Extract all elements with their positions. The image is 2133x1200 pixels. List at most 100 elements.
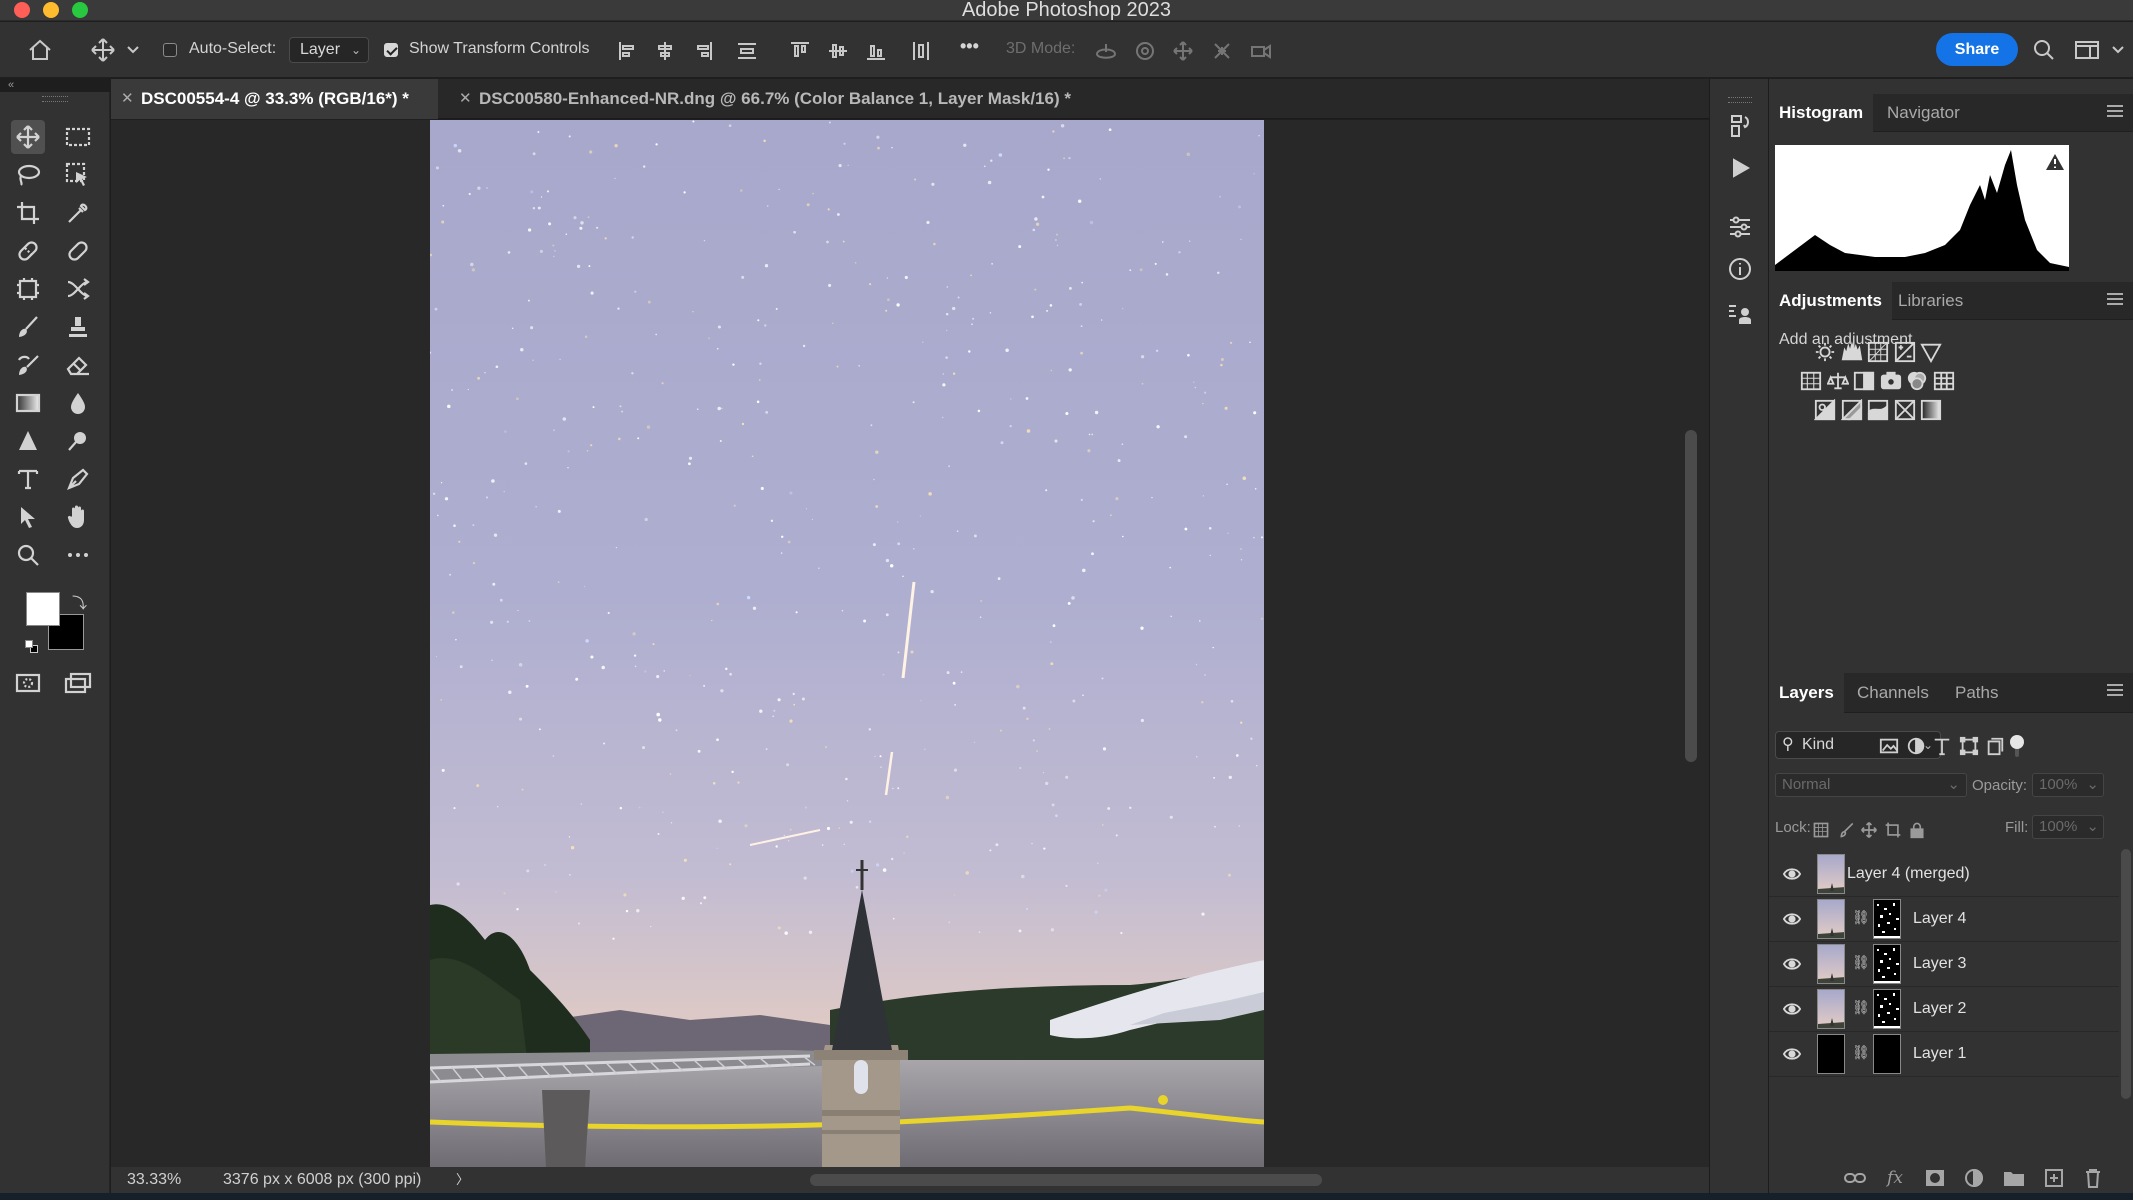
black-white-icon[interactable] [1850, 368, 1878, 394]
warning-icon[interactable] [2045, 153, 2065, 171]
auto-select-checkbox[interactable] [163, 43, 177, 57]
blend-mode-dropdown[interactable]: Normal ⌄ [1775, 773, 1967, 797]
history-brush-icon[interactable] [11, 348, 45, 382]
color-balance-icon[interactable] [1824, 368, 1852, 394]
move-tool-icon[interactable] [11, 120, 45, 154]
default-colors-icon[interactable] [25, 640, 37, 652]
lock-all-icon[interactable] [1903, 817, 1931, 843]
layer-mask-thumbnail[interactable] [1873, 899, 1901, 939]
align-horizontal-centers-icon[interactable] [651, 37, 679, 65]
home-icon[interactable] [24, 36, 56, 64]
vibrance-icon[interactable] [1917, 339, 1945, 365]
more-tools-icon[interactable] [61, 538, 95, 572]
mask-link-icon[interactable]: ⛓ [1852, 954, 1870, 971]
mask-link-icon[interactable]: ⛓ [1852, 1044, 1870, 1061]
document-image[interactable] [430, 120, 1264, 1168]
share-button[interactable]: Share [1936, 33, 2018, 66]
layer-row[interactable]: ⛓ Layer 2 [1769, 987, 2119, 1032]
add-mask-icon[interactable] [1923, 1166, 1947, 1190]
properties-panel-icon[interactable] [1722, 209, 1758, 245]
close-icon[interactable]: ✕ [121, 79, 134, 119]
clone-stamp-icon[interactable] [61, 310, 95, 344]
more-options-button[interactable]: ••• [960, 36, 979, 57]
auto-select-target-dropdown[interactable]: Layer ⌄ [289, 37, 369, 63]
type-layer-filter-icon[interactable] [1928, 733, 1956, 759]
hue-saturation-icon[interactable] [1797, 368, 1825, 394]
tab-navigator[interactable]: Navigator [1877, 94, 1970, 132]
visibility-eye-icon[interactable] [1783, 955, 1801, 973]
tab-channels[interactable]: Channels [1847, 673, 1939, 713]
selective-color-icon[interactable] [1891, 397, 1919, 423]
layer-row[interactable]: ⛓Layer 1 [1769, 1032, 2119, 1077]
horizontal-scrollbar-thumb[interactable] [810, 1174, 1322, 1186]
posterize-icon[interactable] [1838, 397, 1866, 423]
3d-slide-icon[interactable] [1208, 37, 1236, 65]
blur-tool-icon[interactable] [61, 386, 95, 420]
smart-object-filter-icon[interactable] [1981, 733, 2009, 759]
color-lookup-icon[interactable] [1930, 368, 1958, 394]
layer-name[interactable]: Layer 2 [1913, 1000, 1966, 1018]
panel-grip[interactable] [1728, 97, 1752, 103]
delete-layer-icon[interactable] [2081, 1166, 2105, 1190]
healing-brush-icon[interactable] [61, 234, 95, 268]
visibility-eye-icon[interactable] [1783, 910, 1801, 928]
mask-link-icon[interactable]: ⛓ [1852, 909, 1870, 926]
layer-name[interactable]: Layer 4 [1913, 910, 1966, 928]
search-icon[interactable] [2030, 36, 2058, 64]
eyedropper-icon[interactable] [61, 196, 95, 230]
curves-icon[interactable] [1864, 339, 1892, 365]
close-icon[interactable]: ✕ [459, 79, 472, 119]
zoom-level[interactable]: 33.33% [127, 1167, 181, 1193]
visibility-eye-icon[interactable] [1783, 865, 1801, 883]
chevron-down-icon[interactable] [126, 40, 140, 60]
fill-field[interactable]: 100% ⌄ [2032, 815, 2104, 839]
swap-colors-icon[interactable]: ⤵ [72, 592, 87, 613]
path-selection-icon[interactable] [11, 500, 45, 534]
visibility-eye-icon[interactable] [1783, 1045, 1801, 1063]
eraser-tool-icon[interactable] [61, 348, 95, 382]
gradient-tool-icon[interactable] [11, 386, 45, 420]
actions-play-icon[interactable] [1722, 150, 1758, 186]
panel-menu-icon[interactable] [2107, 105, 2123, 117]
new-adjustment-layer-icon[interactable] [1962, 1166, 1986, 1190]
distribute-vertical-icon[interactable] [733, 37, 761, 65]
layer-thumbnail[interactable] [1817, 1034, 1845, 1074]
chevron-down-icon[interactable] [2110, 42, 2126, 58]
mask-link-icon[interactable]: ⛓ [1852, 999, 1870, 1016]
layer-row[interactable]: Layer 4 (merged) [1769, 852, 2119, 897]
3d-camera-icon[interactable] [1247, 37, 1275, 65]
lock-transparent-pixels-icon[interactable] [1807, 817, 1835, 843]
document-tab[interactable]: ✕ DSC00580-Enhanced-NR.dng @ 66.7% (Colo… [449, 79, 1249, 119]
filter-toggle-icon[interactable] [2009, 735, 2025, 759]
crop-tool-icon[interactable] [11, 196, 45, 230]
layer-name[interactable]: Layer 4 (merged) [1847, 865, 1970, 883]
layer-thumbnail[interactable] [1817, 989, 1845, 1029]
align-left-edges-icon[interactable] [614, 37, 642, 65]
show-transform-checkbox[interactable] [384, 43, 398, 57]
quick-mask-icon[interactable] [11, 666, 45, 700]
levels-icon[interactable] [1838, 339, 1866, 365]
align-right-edges-icon[interactable] [689, 37, 717, 65]
sponge-tool-icon[interactable] [61, 424, 95, 458]
distribute-horizontal-icon[interactable] [907, 37, 935, 65]
panel-menu-icon[interactable] [2107, 293, 2123, 305]
adjustment-layer-filter-icon[interactable] [1902, 733, 1930, 759]
screen-mode-icon[interactable] [61, 666, 95, 700]
layers-scrollbar-thumb[interactable] [2121, 849, 2131, 1099]
align-bottom-edges-icon[interactable] [862, 37, 890, 65]
spot-healing-brush-icon[interactable] [11, 234, 45, 268]
document-tab-active[interactable]: ✕ DSC00554-4 @ 33.3% (RGB/16*) * [111, 79, 438, 119]
shape-layer-filter-icon[interactable] [1955, 733, 1983, 759]
type-tool-icon[interactable] [11, 462, 45, 496]
dodge-tool-icon[interactable] [11, 424, 45, 458]
opacity-field[interactable]: 100% ⌄ [2032, 773, 2104, 797]
visibility-eye-icon[interactable] [1783, 1000, 1801, 1018]
pen-tool-icon[interactable] [61, 462, 95, 496]
brush-tool-icon[interactable] [11, 310, 45, 344]
tab-libraries[interactable]: Libraries [1888, 282, 1973, 320]
layer-row[interactable]: ⛓ Layer 4 [1769, 897, 2119, 942]
status-menu-arrow[interactable]: 〉 [456, 1167, 469, 1193]
brightness-contrast-icon[interactable] [1811, 339, 1839, 365]
rectangular-marquee-icon[interactable] [61, 120, 95, 154]
lasso-tool-icon[interactable] [11, 158, 45, 192]
